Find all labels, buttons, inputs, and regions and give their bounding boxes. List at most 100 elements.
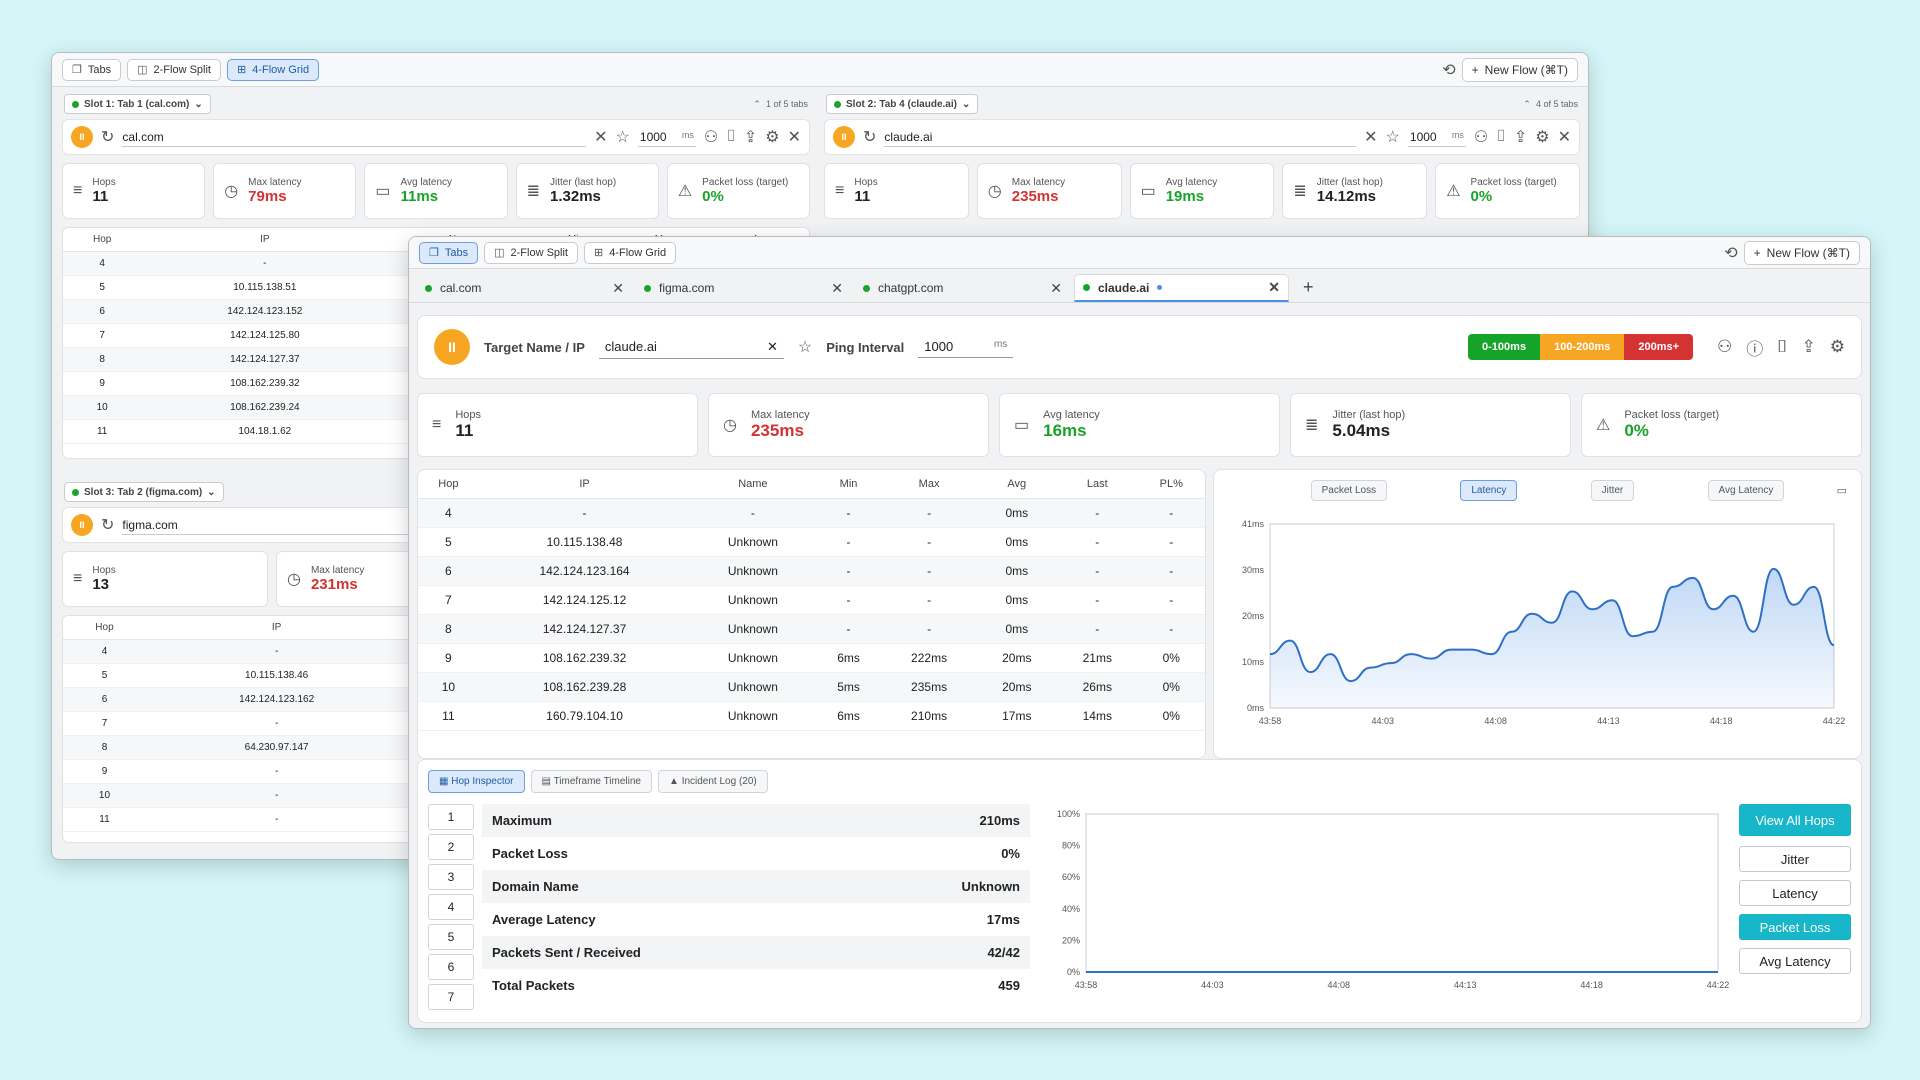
- tab-timeframe-timeline[interactable]: ▤ Timeframe Timeline: [530, 770, 652, 793]
- users-icon[interactable]: ⚇: [1717, 337, 1732, 357]
- hop-number-button[interactable]: 3: [428, 864, 474, 890]
- info-icon[interactable]: ⓘ: [1746, 335, 1763, 360]
- slot-1-selector[interactable]: Slot 1: Tab 1 (cal.com) ⌄: [64, 94, 211, 114]
- column-header[interactable]: Name: [690, 470, 816, 499]
- close-icon[interactable]: ✕: [1558, 127, 1571, 147]
- split-view-button[interactable]: ◫ 2-Flow Split: [484, 241, 578, 264]
- grid-view-button[interactable]: ⊞ 4-Flow Grid: [227, 58, 320, 81]
- hop-number-button[interactable]: 6: [428, 954, 474, 980]
- camera-icon[interactable]: ⌷: [726, 128, 736, 146]
- slot-1-url-input[interactable]: cal.com: [122, 128, 587, 147]
- tabs-view-button[interactable]: ❐ Tabs: [419, 241, 479, 264]
- clear-icon[interactable]: ✕: [767, 339, 778, 355]
- column-header[interactable]: Avg: [976, 470, 1058, 499]
- chevron-up-icon[interactable]: ⌃: [1523, 99, 1531, 109]
- hop-number-button[interactable]: 7: [428, 984, 474, 1010]
- column-header[interactable]: IP: [141, 228, 389, 252]
- target-input[interactable]: claude.ai ✕: [598, 336, 784, 359]
- slot-2-interval[interactable]: 1000 ms: [1407, 128, 1466, 147]
- inspector-icon: ▦: [439, 776, 449, 787]
- stat-label: Hops: [854, 177, 878, 188]
- clear-icon[interactable]: ✕: [1364, 127, 1377, 147]
- tab-figma[interactable]: figma.com ✕: [636, 274, 851, 302]
- tabs-view-button[interactable]: ❐ Tabs: [62, 58, 122, 81]
- star-icon[interactable]: ☆: [1386, 127, 1400, 147]
- tab-chatgpt[interactable]: chatgpt.com ✕: [855, 274, 1070, 302]
- camera-icon[interactable]: ⌷: [1496, 128, 1506, 146]
- new-flow-button[interactable]: + New Flow (⌘T): [1743, 240, 1860, 265]
- hop-number-button[interactable]: 5: [428, 924, 474, 950]
- refresh-icon[interactable]: ↻: [101, 127, 114, 147]
- pause-button[interactable]: II: [71, 514, 93, 536]
- split-view-button[interactable]: ◫ 2-Flow Split: [127, 58, 221, 81]
- slot-1-interval[interactable]: 1000 ms: [637, 128, 696, 147]
- pause-button[interactable]: II: [434, 329, 470, 365]
- stat-value: 13: [92, 576, 110, 593]
- column-header[interactable]: Hop: [63, 616, 146, 640]
- status-dot: [1083, 284, 1090, 291]
- pause-button[interactable]: II: [71, 126, 93, 148]
- hop-number-button[interactable]: 4: [428, 894, 474, 920]
- column-header[interactable]: PL%: [1137, 470, 1205, 499]
- column-header[interactable]: Hop: [63, 228, 142, 252]
- close-tab-icon[interactable]: ✕: [612, 280, 624, 297]
- tab-hop-inspector[interactable]: ▦ Hop Inspector: [428, 770, 525, 793]
- close-tab-icon[interactable]: ✕: [831, 280, 843, 297]
- chevron-up-icon[interactable]: ⌃: [753, 99, 761, 109]
- gear-icon[interactable]: ⚙: [1535, 127, 1549, 147]
- share-icon[interactable]: ⇪: [1802, 337, 1816, 357]
- table-row[interactable]: 11 160.79.104.10 Unknown 6ms 210ms 17ms 14ms 0%: [418, 701, 1205, 731]
- share-icon[interactable]: ⇪: [744, 127, 757, 147]
- close-icon[interactable]: ✕: [788, 127, 801, 147]
- metric-button[interactable]: View All Hops: [1739, 804, 1851, 836]
- new-flow-button[interactable]: + New Flow (⌘T): [1461, 57, 1578, 82]
- close-tab-icon[interactable]: ✕: [1050, 280, 1062, 297]
- slot-2-url-input[interactable]: claude.ai: [884, 128, 1357, 147]
- column-header[interactable]: Hop: [418, 470, 479, 499]
- column-header[interactable]: Max: [881, 470, 977, 499]
- history-icon[interactable]: ⟲: [1442, 60, 1455, 80]
- interval-input[interactable]: 1000 ms: [918, 336, 1014, 358]
- star-icon[interactable]: ☆: [616, 127, 630, 147]
- tab-cal[interactable]: cal.com ✕: [417, 274, 632, 302]
- gear-icon[interactable]: ⚙: [1830, 337, 1845, 357]
- table-row[interactable]: 7 142.124.125.12 Unknown - -0ms - -: [418, 585, 1205, 615]
- refresh-icon[interactable]: ↻: [101, 515, 114, 535]
- column-header[interactable]: IP: [145, 616, 408, 640]
- gear-icon[interactable]: ⚙: [765, 127, 779, 147]
- table-row[interactable]: 8 142.124.127.37 Unknown - -0ms - -: [418, 614, 1205, 644]
- tab-claude[interactable]: claude.ai ✕: [1074, 274, 1289, 302]
- stat-label: Jitter (last hop): [1316, 177, 1383, 188]
- grid-view-button[interactable]: ⊞ 4-Flow Grid: [584, 241, 677, 264]
- users-icon[interactable]: ⚇: [704, 127, 718, 147]
- pause-button[interactable]: II: [833, 126, 855, 148]
- hop-number-button[interactable]: 2: [428, 834, 474, 860]
- tab-incident-log[interactable]: ▲ Incident Log (20): [658, 770, 768, 793]
- clear-icon[interactable]: ✕: [594, 127, 607, 147]
- metric-button[interactable]: Jitter: [1739, 846, 1851, 872]
- column-header[interactable]: Min: [815, 470, 882, 499]
- slot-3-selector[interactable]: Slot 3: Tab 2 (figma.com) ⌄: [64, 482, 224, 502]
- table-row[interactable]: 6 142.124.123.164 Unknown - -0ms - -: [418, 556, 1205, 586]
- camera-icon[interactable]: ⌷: [1777, 337, 1787, 357]
- y-tick-label: 20ms: [1242, 611, 1265, 621]
- history-icon[interactable]: ⟲: [1724, 243, 1737, 263]
- metric-button[interactable]: Avg Latency: [1739, 948, 1851, 974]
- detail-value: 42/42: [987, 945, 1020, 960]
- star-icon[interactable]: ☆: [798, 337, 812, 357]
- users-icon[interactable]: ⚇: [1474, 127, 1488, 147]
- refresh-icon[interactable]: ↻: [863, 127, 876, 147]
- hop-number-button[interactable]: 1: [428, 804, 474, 830]
- table-row[interactable]: 9 108.162.239.32 Unknown 6ms 222ms 20ms 21ms 0%: [418, 643, 1205, 673]
- table-row[interactable]: 4- - - -0ms - -: [418, 498, 1205, 528]
- metric-button[interactable]: Packet Loss: [1739, 914, 1851, 940]
- table-row[interactable]: 10 108.162.239.28 Unknown 5ms 235ms 20ms 26ms 0…: [418, 672, 1205, 702]
- column-header[interactable]: Last: [1057, 470, 1138, 499]
- metric-button[interactable]: Latency: [1739, 880, 1851, 906]
- slot-2-selector[interactable]: Slot 2: Tab 4 (claude.ai) ⌄: [826, 94, 979, 114]
- close-tab-icon[interactable]: ✕: [1268, 279, 1280, 296]
- share-icon[interactable]: ⇪: [1514, 127, 1527, 147]
- table-row[interactable]: 5 10.115.138.48 Unknown - -0ms - -: [418, 527, 1205, 557]
- add-tab-button[interactable]: +: [1293, 277, 1324, 302]
- column-header[interactable]: IP: [478, 470, 691, 499]
